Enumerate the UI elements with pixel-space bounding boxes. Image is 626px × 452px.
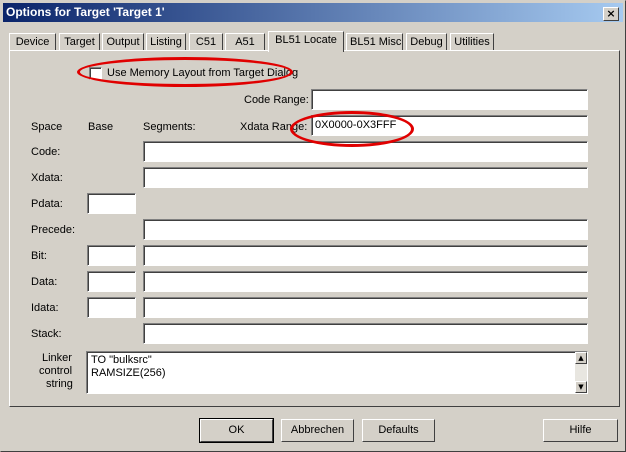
options-dialog: Options for Target 'Target 1' × Device T… [0, 0, 626, 452]
space-column-header: Space [31, 121, 63, 133]
ok-button[interactable]: OK [199, 418, 274, 443]
precede-segments-input[interactable] [143, 219, 588, 240]
defaults-button[interactable]: Defaults [362, 419, 435, 442]
tab-bl51-locate[interactable]: BL51 Locate [268, 31, 344, 52]
code-label: Code: [31, 146, 61, 158]
pdata-label: Pdata: [31, 198, 63, 210]
idata-base-input[interactable] [87, 297, 136, 318]
linker-label-line2: control [39, 365, 73, 377]
memory-layout-checkbox[interactable] [89, 67, 102, 80]
linker-line-2: RAMSIZE(256) [91, 367, 166, 379]
scroll-down-icon[interactable]: ▼ [575, 381, 587, 393]
title-bar: Options for Target 'Target 1' × [3, 3, 623, 22]
window-title: Options for Target 'Target 1' [6, 5, 165, 19]
linker-scrollbar[interactable]: ▲ ▼ [575, 352, 587, 393]
linker-control-string[interactable]: TO "bulksrc" RAMSIZE(256) ▲ ▼ [86, 351, 588, 394]
bit-label: Bit: [31, 250, 47, 262]
data-label: Data: [31, 276, 58, 288]
code-range-input[interactable] [311, 89, 588, 110]
idata-label: Idata: [31, 302, 59, 314]
xdata-range-label: Xdata Range: [240, 121, 308, 133]
tab-debug[interactable]: Debug [406, 33, 447, 51]
bit-segments-input[interactable] [143, 245, 588, 266]
idata-segments-input[interactable] [143, 297, 588, 318]
segments-column-header: Segments: [143, 121, 196, 133]
tab-bl51-misc[interactable]: BL51 Misc [346, 33, 403, 51]
linker-label-line1: Linker [42, 352, 72, 364]
cancel-button[interactable]: Abbrechen [281, 419, 354, 442]
scroll-up-icon[interactable]: ▲ [575, 352, 587, 364]
bit-base-input[interactable] [87, 245, 136, 266]
tab-utilities[interactable]: Utilities [450, 33, 494, 51]
linker-line-1: TO "bulksrc" [91, 354, 152, 366]
close-button[interactable]: × [603, 7, 619, 21]
xdata-label: Xdata: [31, 172, 63, 184]
tab-device[interactable]: Device [9, 33, 56, 51]
stack-label: Stack: [31, 328, 62, 340]
tab-a51[interactable]: A51 [225, 33, 265, 51]
tab-listing[interactable]: Listing [146, 33, 186, 51]
tab-target[interactable]: Target [59, 33, 100, 51]
precede-label: Precede: [31, 224, 76, 236]
pdata-base-input[interactable] [87, 193, 136, 214]
data-base-input[interactable] [87, 271, 136, 292]
stack-segments-input[interactable] [143, 323, 588, 344]
code-segments-input[interactable] [143, 141, 588, 162]
code-range-label: Code Range: [244, 94, 309, 106]
memory-layout-label: Use Memory Layout from Target Dialog [107, 67, 299, 79]
xdata-segments-input[interactable] [143, 167, 588, 188]
data-segments-input[interactable] [143, 271, 588, 292]
base-column-header: Base [88, 121, 114, 133]
help-button[interactable]: Hilfe [543, 419, 618, 442]
tab-output[interactable]: Output [102, 33, 144, 51]
linker-label-line3: string [46, 378, 73, 390]
tab-c51[interactable]: C51 [189, 33, 223, 51]
xdata-range-input[interactable]: 0X0000-0X3FFF [311, 115, 588, 136]
